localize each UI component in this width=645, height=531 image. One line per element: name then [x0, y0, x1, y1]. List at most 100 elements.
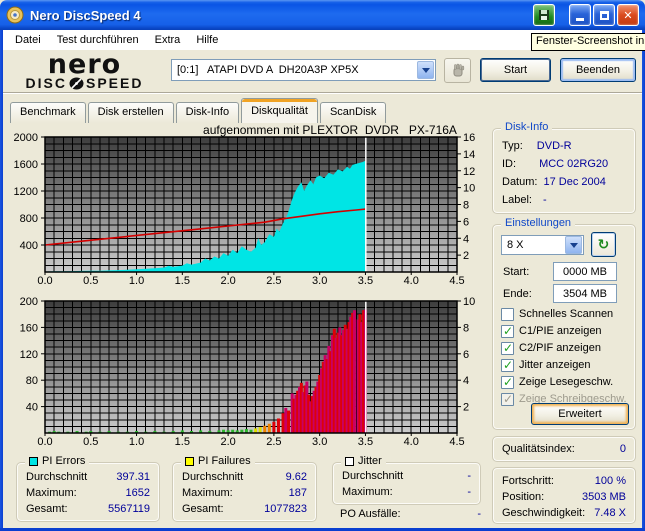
svg-text:3.0: 3.0 — [312, 275, 327, 287]
minimize-icon — [576, 18, 584, 21]
maximize-button[interactable] — [593, 4, 615, 26]
pi-errors-title-text: PI Errors — [42, 455, 85, 467]
menu-extra[interactable]: Extra — [147, 32, 189, 48]
menu-test-durchfuehren[interactable]: Test durchführen — [49, 32, 147, 48]
svg-text:400: 400 — [20, 240, 38, 252]
svg-text:0.0: 0.0 — [37, 436, 52, 448]
svg-text:120: 120 — [20, 349, 38, 361]
po-failures-row: PO Ausfälle: - — [340, 508, 481, 520]
checkbox-label: C2/PIF anzeigen — [519, 342, 601, 354]
start-field[interactable] — [553, 262, 617, 281]
disk-label-value: - — [543, 194, 626, 206]
app-window: Nero DiscSpeed 4 ✕ Datei Test durchführe… — [0, 0, 645, 531]
stat-label: Durchschnitt — [182, 471, 243, 483]
checkbox-c2-pif[interactable]: C2/PIF anzeigen — [501, 341, 601, 355]
svg-text:8: 8 — [463, 200, 469, 212]
stat-value: 1652 — [126, 487, 150, 499]
svg-text:12: 12 — [463, 166, 475, 178]
close-button[interactable]: ✕ — [617, 4, 639, 26]
quality-index-value: 0 — [620, 443, 626, 455]
tab-disk-info[interactable]: Disk-Info — [176, 102, 239, 123]
svg-text:4.0: 4.0 — [404, 436, 419, 448]
end-field-label: Ende: — [503, 288, 532, 300]
disk-info-row: Label: - — [502, 194, 626, 206]
svg-text:4.0: 4.0 — [404, 275, 419, 287]
svg-text:16: 16 — [463, 132, 475, 144]
checkbox-lesegeschw[interactable]: Zeige Lesegeschw. — [501, 375, 613, 389]
disk-label-label: Label: — [502, 194, 532, 206]
speed-select-arrow[interactable] — [565, 236, 582, 254]
logo-disc-icon — [69, 77, 84, 90]
checkbox-jitter[interactable]: Jitter anzeigen — [501, 358, 591, 372]
pi-failures-legend-swatch — [185, 457, 194, 466]
stat-row: Durchschnitt - — [342, 470, 471, 482]
minimize-button[interactable] — [569, 4, 591, 26]
svg-text:1.0: 1.0 — [129, 436, 144, 448]
svg-text:10: 10 — [463, 296, 475, 308]
svg-text:2.5: 2.5 — [266, 275, 281, 287]
svg-text:1.0: 1.0 — [129, 275, 144, 287]
stat-value: - — [467, 470, 471, 482]
position-row: Position: 3503 MB — [502, 491, 626, 503]
disk-info-group: Disk-Info Typ: DVD-R ID: MCC 02RG20 Datu… — [492, 128, 636, 214]
close-icon: ✕ — [623, 9, 632, 22]
tab-disk-erstellen[interactable]: Disk erstellen — [88, 102, 174, 123]
nero-logo: nero DISC SPEED — [17, 51, 152, 90]
quit-button[interactable]: Beenden — [560, 58, 636, 82]
pi-failures-title: PI Failures — [181, 455, 255, 467]
settings-group: Einstellungen 8 X ↻ Start: Ende: Schnell… — [492, 224, 636, 430]
svg-text:4: 4 — [463, 233, 469, 245]
checkbox-icon — [501, 325, 514, 338]
checkbox-label: C1/PIE anzeigen — [519, 325, 602, 337]
advanced-button[interactable]: Erweitert — [531, 403, 629, 425]
logo-speed-text: SPEED — [86, 76, 143, 90]
svg-text:14: 14 — [463, 149, 475, 161]
checkbox-schnelles-scannen[interactable]: Schnelles Scannen — [501, 307, 613, 321]
quality-index-label: Qualitätsindex: — [502, 443, 575, 455]
svg-text:80: 80 — [26, 375, 38, 387]
svg-text:0.5: 0.5 — [83, 436, 98, 448]
svg-text:4: 4 — [463, 375, 469, 387]
logo-disc-text: DISC — [26, 76, 67, 90]
disk-datum-value: 17 Dec 2004 — [543, 176, 626, 188]
tab-benchmark[interactable]: Benchmark — [10, 102, 86, 123]
checkbox-icon — [501, 308, 514, 321]
checkbox-icon — [501, 376, 514, 389]
nero-logo-text: nero — [17, 51, 152, 78]
menu-datei[interactable]: Datei — [7, 32, 49, 48]
tab-scandisk[interactable]: ScanDisk — [320, 102, 386, 123]
title-bar: Nero DiscSpeed 4 ✕ — [0, 0, 645, 30]
menu-hilfe[interactable]: Hilfe — [188, 32, 226, 48]
refresh-button[interactable]: ↻ — [591, 232, 616, 257]
checkbox-icon — [501, 359, 514, 372]
stat-label: Maximum: — [26, 487, 77, 499]
window-border — [0, 30, 3, 531]
svg-text:1200: 1200 — [14, 186, 38, 198]
stat-row: Durchschnitt 397.31 — [26, 471, 150, 483]
end-field[interactable] — [553, 284, 617, 303]
maximize-icon — [600, 11, 609, 20]
svg-text:3.5: 3.5 — [358, 436, 373, 448]
speed-select-value: 8 X — [502, 239, 565, 251]
drive-select-arrow[interactable] — [417, 61, 434, 79]
pi-errors-title: PI Errors — [25, 455, 89, 467]
pi-errors-group: PI Errors Durchschnitt 397.31 Maximum: 1… — [16, 462, 160, 522]
speed-select[interactable]: 8 X — [501, 235, 584, 255]
disk-info-row: Datum: 17 Dec 2004 — [502, 176, 626, 188]
start-button[interactable]: Start — [480, 58, 551, 82]
stat-row: Gesamt: 1077823 — [182, 503, 307, 515]
tab-diskqualitaet[interactable]: Diskqualität — [241, 98, 318, 123]
start-field-label: Start: — [503, 266, 529, 278]
screenshot-save-button[interactable] — [533, 4, 555, 26]
drive-select[interactable]: [0:1] ATAPI DVD A DH20A3P XP5X — [171, 59, 436, 81]
pi-failures-chart: 20016012080401086420.00.51.01.52.02.53.0… — [8, 294, 490, 460]
chevron-down-icon — [422, 68, 430, 73]
disk-typ-value: DVD-R — [537, 140, 626, 152]
checkbox-label: Jitter anzeigen — [519, 359, 591, 371]
checkbox-c1-pie[interactable]: C1/PIE anzeigen — [501, 324, 602, 338]
eject-hand-button[interactable] — [444, 58, 471, 83]
jitter-legend-swatch — [345, 457, 354, 466]
svg-text:2: 2 — [463, 250, 469, 262]
progress-row: Fortschritt: 100 % — [502, 475, 626, 487]
svg-text:3.0: 3.0 — [312, 436, 327, 448]
